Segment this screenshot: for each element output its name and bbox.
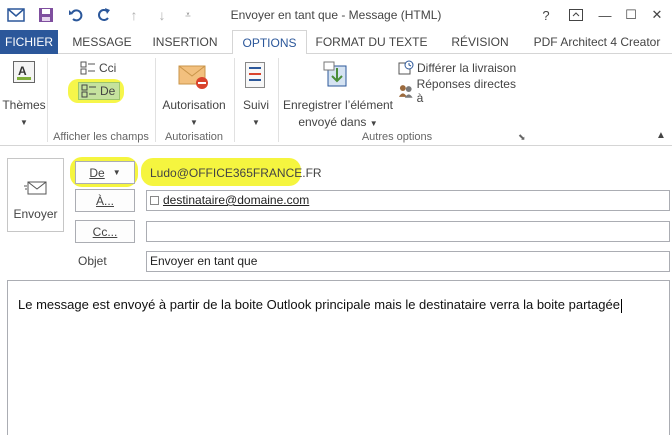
- tab-message[interactable]: MESSAGE: [66, 30, 138, 54]
- close-button[interactable]: ✕: [646, 5, 668, 25]
- subject-label: Objet: [78, 254, 107, 268]
- cc-button-label: Cc...: [92, 224, 118, 239]
- message-body[interactable]: Le message est envoyé à partir de la boi…: [7, 280, 670, 435]
- autorisation-dropdown-arrow-icon: ▼: [190, 118, 198, 127]
- text-caret: [620, 298, 622, 313]
- direct-replies-icon: [398, 85, 413, 98]
- tab-pdf-architect[interactable]: PDF Architect 4 Creator: [527, 30, 667, 54]
- from-button[interactable]: De ▼: [75, 161, 135, 184]
- reponses-label: Réponses directes à: [416, 77, 516, 105]
- subject-field[interactable]: Envoyer en tant que: [146, 251, 670, 272]
- to-button[interactable]: À...: [75, 189, 135, 212]
- to-recipient: destinataire@domaine.com: [163, 193, 310, 207]
- de-icon: [81, 84, 96, 98]
- ribbon-tabs: FICHIER MESSAGE INSERTION OPTIONS FORMAT…: [0, 30, 672, 55]
- to-field[interactable]: destinataire@domaine.com: [146, 190, 670, 211]
- recipient-checkbox-icon: [150, 196, 159, 205]
- de-toggle-button[interactable]: De: [78, 82, 120, 100]
- send-label: Envoyer: [13, 207, 58, 221]
- enregistrer-label-line1: Enregistrer l’élément: [282, 98, 394, 112]
- reponses-directes-button[interactable]: Réponses directes à: [398, 77, 523, 105]
- help-button[interactable]: ?: [535, 5, 557, 25]
- cci-label: Cci: [99, 61, 117, 75]
- autorisation-label: Autorisation: [162, 98, 226, 112]
- maximize-button[interactable]: ☐: [620, 5, 642, 25]
- themes-icon: A: [13, 61, 35, 83]
- suivi-button[interactable]: Suivi ▼: [238, 58, 274, 128]
- title-bar: ↑ ↓ ⩡ Envoyer en tant que - Message (HTM…: [0, 0, 672, 30]
- from-button-label: De: [89, 165, 105, 180]
- minimize-button[interactable]: —: [594, 5, 616, 25]
- group-label-autres-options: Autres options: [361, 131, 433, 143]
- tab-fichier[interactable]: FICHIER: [0, 30, 58, 54]
- cci-button[interactable]: Cci: [80, 59, 125, 77]
- suivi-icon: [245, 62, 265, 88]
- ribbon: A Thèmes ▼ Cci De Afficher les champs Au…: [0, 54, 672, 146]
- clock-delay-icon: [398, 60, 414, 75]
- group-label-afficher-champs: Afficher les champs: [53, 131, 149, 143]
- differer-label: Différer la livraison: [417, 61, 517, 75]
- tab-insertion[interactable]: INSERTION: [145, 30, 225, 54]
- cc-button[interactable]: Cc...: [75, 220, 135, 243]
- cc-field[interactable]: [146, 221, 670, 242]
- themes-label: Thèmes: [2, 98, 46, 112]
- enregistrer-label-line2: envoyé dans ▼: [298, 115, 378, 129]
- save-sent-item-icon: [322, 60, 352, 93]
- from-dropdown-arrow-icon: ▼: [112, 168, 121, 177]
- autres-options-dialog-launcher-icon[interactable]: ⬊: [518, 132, 526, 143]
- group-label-autorisation: Autorisation: [164, 131, 224, 143]
- send-button[interactable]: Envoyer: [7, 158, 64, 232]
- tab-revision[interactable]: RÉVISION: [440, 30, 520, 54]
- tab-options[interactable]: OPTIONS: [232, 30, 307, 55]
- enregistrer-dropdown-arrow-icon: ▼: [369, 119, 378, 128]
- de-label: De: [100, 84, 116, 98]
- autorisation-button[interactable]: Autorisation ▼: [158, 58, 230, 128]
- themes-dropdown-arrow-icon: ▼: [20, 118, 28, 127]
- message-body-text: Le message est envoyé à partir de la boi…: [18, 297, 622, 313]
- themes-button[interactable]: A Thèmes ▼: [2, 58, 46, 128]
- tab-format-du-texte[interactable]: FORMAT DU TEXTE: [314, 30, 429, 54]
- suivi-dropdown-arrow-icon: ▼: [252, 118, 260, 127]
- send-envelope-icon: [24, 179, 48, 200]
- from-address[interactable]: Ludo@OFFICE365FRANCE.FR: [146, 163, 326, 183]
- collapse-ribbon-icon[interactable]: ▲: [656, 130, 666, 141]
- differer-livraison-button[interactable]: Différer la livraison: [398, 59, 518, 77]
- suivi-label: Suivi: [242, 98, 269, 112]
- ribbon-display-options-button[interactable]: [565, 5, 587, 25]
- enregistrer-element-button[interactable]: Enregistrer l’élément envoyé dans ▼: [282, 58, 394, 129]
- envelope-restricted-icon: [178, 64, 210, 93]
- to-button-label: À...: [95, 193, 114, 208]
- cci-icon: [80, 61, 95, 75]
